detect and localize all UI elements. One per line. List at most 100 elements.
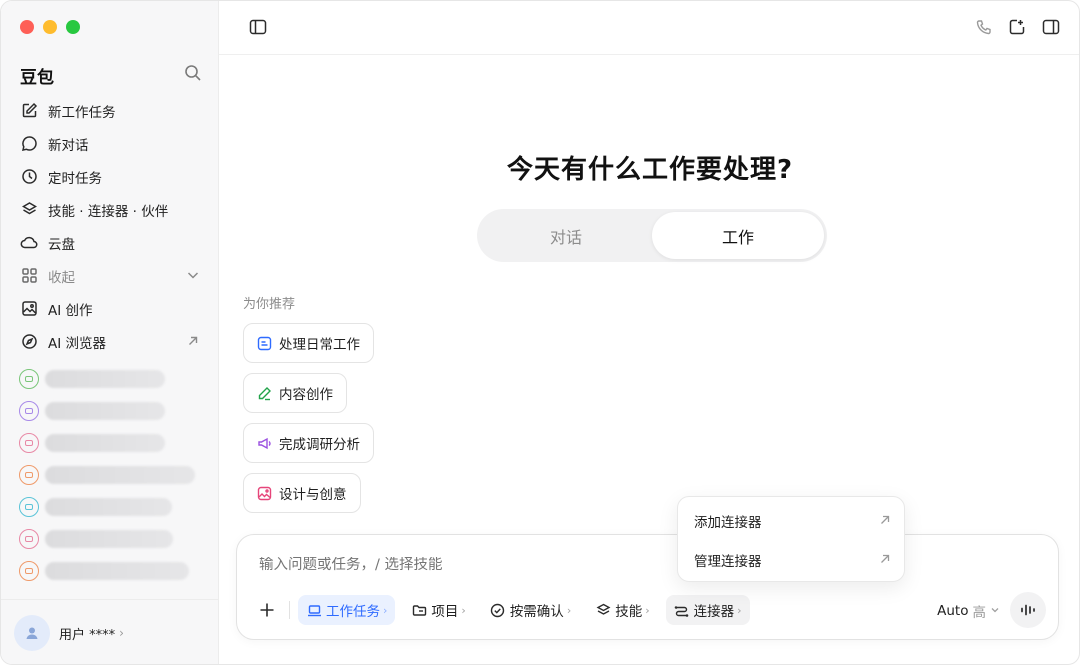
- chip-label: 内容创作: [279, 387, 333, 403]
- new-window-icon[interactable]: [1007, 17, 1027, 37]
- chat-history-list: [19, 363, 209, 587]
- grid-icon: [20, 267, 38, 285]
- chat-icon: [19, 433, 39, 453]
- history-item-title-redacted: [45, 434, 165, 452]
- phone-icon[interactable]: [973, 17, 993, 37]
- zoom-window-button[interactable]: [66, 20, 80, 34]
- sidebar-item-ai-browser[interactable]: AI 浏览器: [11, 325, 209, 358]
- history-item[interactable]: [19, 427, 209, 459]
- connector-menu: 添加连接器 管理连接器: [677, 496, 905, 582]
- sidebar-item-label: 技能 · 连接器 · 伙伴: [48, 203, 169, 220]
- recommendations-label: 为你推荐: [243, 297, 296, 312]
- recommendation-design[interactable]: 设计与创意: [243, 473, 361, 513]
- chat-bubble-icon: [20, 135, 38, 153]
- close-window-button[interactable]: [20, 20, 34, 34]
- mode-switch: 对话 工作: [477, 209, 827, 262]
- chat-icon: [19, 561, 39, 581]
- sidebar-item-skills[interactable]: 技能 · 连接器 · 伙伴: [11, 193, 209, 226]
- pen-icon: [256, 385, 272, 401]
- app-title: 豆包: [20, 68, 54, 88]
- history-item[interactable]: [19, 395, 209, 427]
- model-selector[interactable]: Auto 高: [937, 601, 1000, 621]
- recommendation-content-creation[interactable]: 内容创作: [243, 373, 347, 413]
- confirm-mode-button[interactable]: 按需确认 ›: [482, 595, 579, 625]
- picture-icon: [256, 485, 272, 501]
- recommendation-daily-work[interactable]: 处理日常工作: [243, 323, 374, 363]
- search-icon[interactable]: [184, 64, 202, 82]
- menu-item-label: 添加连接器: [694, 515, 762, 531]
- user-profile[interactable]: 用户 **** ›: [1, 599, 219, 664]
- chevron-down-icon: [990, 605, 1000, 618]
- chip-label: 完成调研分析: [279, 437, 360, 453]
- page-title: 今天有什么工作要处理?: [506, 155, 794, 185]
- chevron-right-icon: ›: [737, 603, 742, 617]
- sidebar-item-label: AI 浏览器: [48, 335, 107, 352]
- chat-icon: [19, 369, 39, 389]
- history-item-title-redacted: [45, 466, 195, 484]
- window-controls: [20, 20, 80, 34]
- history-item[interactable]: [19, 523, 209, 555]
- connector-button[interactable]: 连接器 ›: [665, 595, 750, 625]
- sidebar-item-ai-create[interactable]: AI 创作: [11, 292, 209, 325]
- chevron-right-icon: ›: [383, 603, 388, 617]
- clock-icon: [20, 168, 38, 186]
- layers-icon: [20, 201, 38, 219]
- voice-input-button[interactable]: [1010, 592, 1046, 628]
- user-name: 用户 ****: [59, 627, 116, 643]
- chat-icon: [19, 401, 39, 421]
- project-button[interactable]: 项目 ›: [403, 595, 473, 625]
- history-item[interactable]: [19, 555, 209, 587]
- image-icon: [20, 300, 38, 318]
- layers-icon: [595, 602, 611, 618]
- tab-work[interactable]: 工作: [652, 212, 824, 259]
- recommendation-research[interactable]: 完成调研分析: [243, 423, 374, 463]
- connector-icon: [674, 602, 690, 618]
- sidebar-item-label: AI 创作: [48, 302, 93, 319]
- model-level: 高: [972, 605, 987, 621]
- sidebar-item-scheduled-tasks[interactable]: 定时任务: [11, 160, 209, 193]
- menu-item-manage-connector[interactable]: 管理连接器: [694, 550, 892, 570]
- add-attachment-button[interactable]: [253, 596, 281, 624]
- chevron-right-icon: ›: [566, 603, 572, 617]
- history-item-title-redacted: [45, 402, 165, 420]
- chip-label: 设计与创意: [279, 487, 347, 503]
- sidebar-nav: 新工作任务 新对话 定时任务 技能 · 连接器 · 伙伴 云盘 收起 AI 创作…: [11, 94, 209, 358]
- sidebar-item-new-chat[interactable]: 新对话: [11, 127, 209, 160]
- sidebar-item-new-task[interactable]: 新工作任务: [11, 94, 209, 127]
- divider: [289, 601, 290, 619]
- right-panel-toggle-icon[interactable]: [1041, 17, 1061, 37]
- sidebar-item-collapse[interactable]: 收起: [11, 259, 209, 292]
- top-bar: [219, 1, 1079, 55]
- chat-icon: [19, 529, 39, 549]
- avatar: [14, 615, 50, 651]
- minimize-window-button[interactable]: [43, 20, 57, 34]
- menu-item-label: 管理连接器: [694, 554, 762, 570]
- history-item[interactable]: [19, 363, 209, 395]
- edit-icon: [20, 102, 38, 120]
- sidebar-item-label: 定时任务: [48, 170, 102, 187]
- sidebar-item-cloud[interactable]: 云盘: [11, 226, 209, 259]
- chevron-down-icon: [185, 267, 201, 283]
- tool-label: 按需确认: [509, 604, 564, 620]
- history-item[interactable]: [19, 459, 209, 491]
- skills-button[interactable]: 技能 ›: [587, 595, 657, 625]
- sidebar-toggle-icon[interactable]: [248, 17, 268, 37]
- sidebar-item-label: 收起: [48, 269, 75, 286]
- sidebar-item-label: 新工作任务: [48, 104, 116, 121]
- chat-icon: [19, 465, 39, 485]
- chat-icon: [19, 497, 39, 517]
- menu-item-add-connector[interactable]: 添加连接器: [694, 511, 892, 531]
- tab-chat[interactable]: 对话: [480, 212, 652, 259]
- chevron-right-icon: ›: [461, 603, 466, 617]
- work-task-button[interactable]: 工作任务 ›: [298, 595, 396, 625]
- laptop-icon: [306, 602, 322, 618]
- sidebar: 豆包 新工作任务 新对话 定时任务 技能 · 连接器 · 伙伴 云盘 收起 AI…: [1, 1, 219, 664]
- folder-icon: [411, 602, 427, 618]
- model-name: Auto: [937, 603, 969, 619]
- history-item[interactable]: [19, 491, 209, 523]
- cloud-icon: [20, 234, 38, 252]
- tool-label: 连接器: [693, 604, 735, 620]
- history-item-title-redacted: [45, 370, 165, 388]
- history-item-title-redacted: [45, 498, 172, 516]
- history-item-title-redacted: [45, 530, 173, 548]
